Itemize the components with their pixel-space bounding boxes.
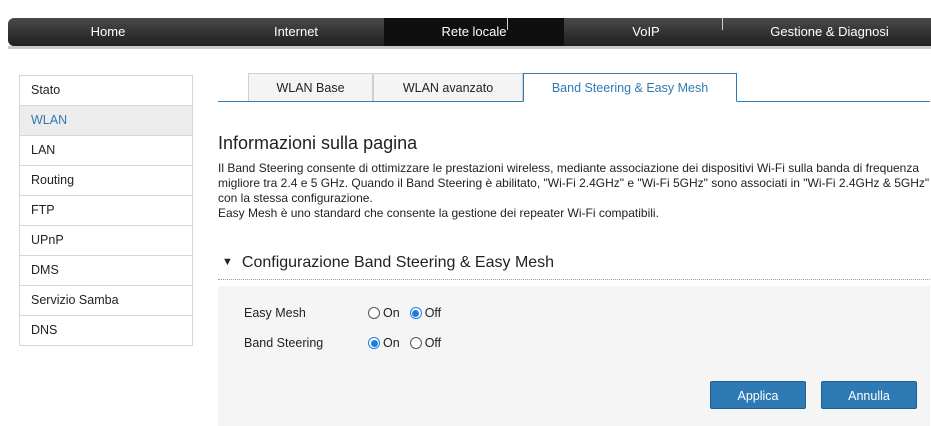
- nav-underline: [8, 46, 931, 49]
- description-paragraph: Easy Mesh è uno standard che consente la…: [218, 206, 659, 220]
- easy-mesh-on-radio[interactable]: [368, 307, 380, 319]
- nav-internet[interactable]: Internet: [208, 18, 384, 46]
- band-steering-label: Band Steering: [244, 336, 324, 350]
- description-paragraph: Il Band Steering consente di ottimizzare…: [218, 161, 930, 205]
- nav-divider: [722, 18, 723, 30]
- page-description: Il Band Steering consente di ottimizzare…: [218, 161, 930, 221]
- easy-mesh-on-label[interactable]: On: [383, 306, 400, 320]
- easy-mesh-label: Easy Mesh: [244, 306, 306, 320]
- apply-button[interactable]: Applica: [710, 381, 806, 409]
- easy-mesh-off-radio[interactable]: [409, 307, 422, 319]
- sidebar-item-dns[interactable]: DNS: [20, 316, 192, 346]
- nav-rete-locale[interactable]: Rete locale: [384, 18, 564, 46]
- band-steering-off-radio[interactable]: [409, 337, 422, 349]
- sidebar: Stato WLAN LAN Routing FTP UPnP DMS Serv…: [19, 75, 193, 346]
- easy-mesh-options: On Off: [368, 306, 451, 320]
- nav-home[interactable]: Home: [8, 18, 208, 46]
- page-title: Informazioni sulla pagina: [218, 133, 418, 153]
- band-steering-options: On Off: [368, 336, 451, 350]
- collapse-triangle-icon[interactable]: ▼: [222, 256, 233, 268]
- sidebar-item-dms[interactable]: DMS: [20, 256, 192, 286]
- sidebar-item-stato[interactable]: Stato: [20, 76, 192, 106]
- sidebar-item-ftp[interactable]: FTP: [20, 196, 192, 226]
- config-panel: Easy Mesh On Off Band Steering On Off Ap…: [218, 286, 930, 426]
- section-header[interactable]: ▼ Configurazione Band Steering & Easy Mes…: [222, 254, 554, 272]
- tab-band-steering-easy-mesh[interactable]: Band Steering & Easy Mesh: [523, 73, 737, 102]
- easy-mesh-off-label[interactable]: Off: [425, 306, 441, 320]
- nav-voip[interactable]: VoIP: [564, 18, 728, 46]
- section-divider: [218, 279, 930, 280]
- tab-wlan-base[interactable]: WLAN Base: [248, 73, 373, 101]
- cancel-button[interactable]: Annulla: [821, 381, 917, 409]
- top-nav: Home Internet Rete locale VoIP Gestione …: [8, 18, 931, 46]
- nav-gestione-diagnosi[interactable]: Gestione & Diagnosi: [728, 18, 931, 46]
- section-title: Configurazione Band Steering & Easy Mesh: [241, 254, 555, 271]
- nav-divider: [507, 18, 508, 30]
- band-steering-on-radio[interactable]: [368, 337, 380, 349]
- band-steering-off-label[interactable]: Off: [425, 336, 441, 350]
- sidebar-item-lan[interactable]: LAN: [20, 136, 192, 166]
- sidebar-item-upnp[interactable]: UPnP: [20, 226, 192, 256]
- band-steering-on-label[interactable]: On: [383, 336, 400, 350]
- sidebar-item-servizio-samba[interactable]: Servizio Samba: [20, 286, 192, 316]
- tab-wlan-avanzato[interactable]: WLAN avanzato: [373, 73, 523, 101]
- sidebar-item-routing[interactable]: Routing: [20, 166, 192, 196]
- sidebar-item-wlan[interactable]: WLAN: [20, 106, 192, 136]
